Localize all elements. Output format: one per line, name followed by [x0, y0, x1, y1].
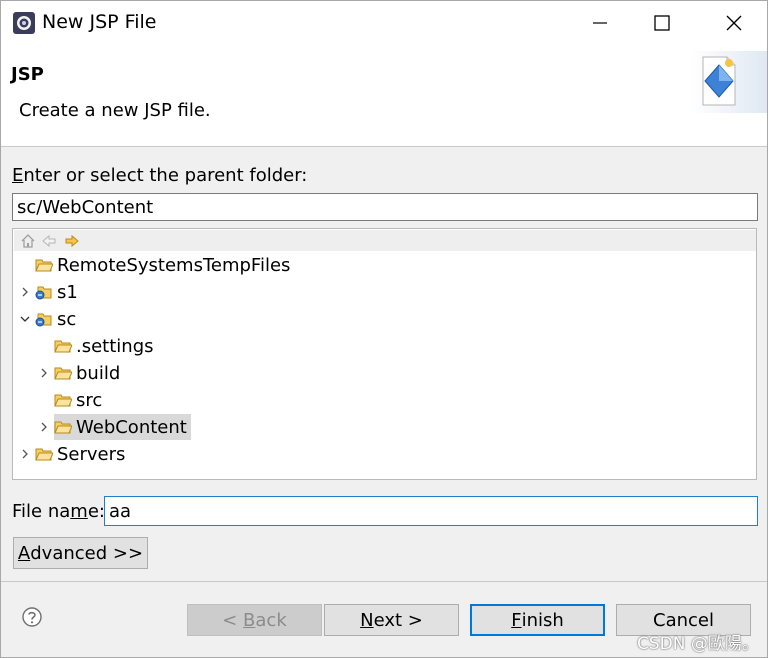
maximize-icon — [654, 15, 670, 31]
wizard-description: Create a new JSP file. — [19, 100, 211, 121]
tree-item-label: sc — [57, 308, 77, 330]
tree-item-remote-systems-temp-files[interactable]: RemoteSystemsTempFiles — [35, 252, 290, 278]
parent-folder-label-text: nter or select the parent folder: — [23, 165, 308, 186]
minimize-icon — [593, 22, 607, 24]
tree-item-label: .settings — [76, 335, 154, 357]
tree-item-webcontent[interactable]: WebContent — [54, 414, 191, 440]
folder-tree[interactable]: RemoteSystemsTempFiles s1 sc .settings b… — [12, 228, 757, 480]
jsp-file-wizard-icon — [691, 51, 767, 113]
folder-icon — [54, 394, 72, 407]
window-title: New JSP File — [42, 11, 157, 33]
file-name-mnemonic: m — [70, 501, 88, 522]
folder-icon — [54, 340, 72, 353]
chevron-right-icon[interactable] — [19, 286, 31, 298]
advanced-mnemonic: A — [17, 542, 31, 564]
parent-folder-input[interactable] — [12, 193, 758, 221]
tree-item-label: src — [76, 389, 103, 411]
close-icon — [726, 15, 742, 31]
tree-toolbar — [14, 230, 756, 251]
back-button[interactable]: < Back — [187, 604, 322, 636]
tree-item-label: s1 — [57, 281, 78, 303]
finish-button[interactable]: Finish — [470, 604, 605, 636]
watermark: CSDN @歐陽。 — [637, 634, 759, 654]
back-mnemonic: B — [243, 609, 256, 631]
advanced-button[interactable]: Advanced >> — [13, 537, 148, 569]
title-bar: New JSP File — [1, 1, 767, 45]
footer-divider — [1, 581, 767, 582]
tree-item-servers[interactable]: Servers — [35, 441, 125, 467]
folder-icon — [54, 367, 72, 380]
folder-icon — [54, 421, 72, 434]
parent-folder-label: Enter or select the parent folder: — [12, 165, 307, 186]
chevron-right-icon[interactable] — [38, 367, 50, 379]
file-name-label-pre: File na — [12, 501, 71, 522]
file-name-input[interactable] — [104, 496, 758, 526]
project-icon — [35, 313, 52, 327]
chevron-right-icon[interactable] — [19, 448, 31, 460]
tree-item-sc[interactable]: sc — [35, 306, 76, 332]
close-button[interactable] — [717, 9, 751, 37]
back-label: ack — [255, 609, 287, 631]
back-prefix: < — [222, 609, 244, 631]
finish-label: inish — [521, 609, 564, 631]
finish-mnemonic: F — [511, 609, 522, 631]
forward-arrow-icon[interactable] — [64, 233, 80, 249]
folder-icon — [35, 259, 53, 272]
wizard-title: JSP — [11, 64, 44, 85]
file-name-label-post: e: — [87, 501, 105, 522]
tree-item-build[interactable]: build — [54, 360, 120, 386]
minimize-button[interactable] — [583, 9, 617, 37]
next-label: ext > — [373, 609, 423, 631]
wizard-header: JSP Create a new JSP file. — [1, 45, 767, 147]
tree-item-label: WebContent — [76, 416, 187, 438]
home-icon[interactable] — [20, 233, 36, 249]
next-button[interactable]: Next > — [324, 604, 459, 636]
folder-icon — [35, 448, 53, 461]
project-icon — [35, 286, 52, 300]
chevron-right-icon[interactable] — [38, 421, 50, 433]
tree-item-label: RemoteSystemsTempFiles — [57, 254, 291, 276]
tree-item-label: build — [76, 362, 121, 384]
eclipse-app-icon — [13, 12, 35, 34]
help-icon[interactable] — [22, 607, 42, 627]
back-arrow-icon[interactable] — [41, 233, 57, 249]
tree-item-settings[interactable]: .settings — [54, 333, 154, 359]
next-mnemonic: N — [360, 609, 374, 631]
parent-folder-mnemonic: E — [12, 165, 24, 186]
file-name-label: File name: — [12, 501, 105, 522]
maximize-button[interactable] — [645, 9, 679, 37]
tree-item-label: Servers — [57, 443, 126, 465]
new-jsp-file-dialog: New JSP File JSP Create a new JSP file. — [0, 0, 768, 658]
tree-item-src[interactable]: src — [54, 387, 102, 413]
chevron-down-icon[interactable] — [19, 313, 31, 325]
advanced-label: dvanced >> — [30, 542, 144, 564]
tree-item-s1[interactable]: s1 — [35, 279, 78, 305]
